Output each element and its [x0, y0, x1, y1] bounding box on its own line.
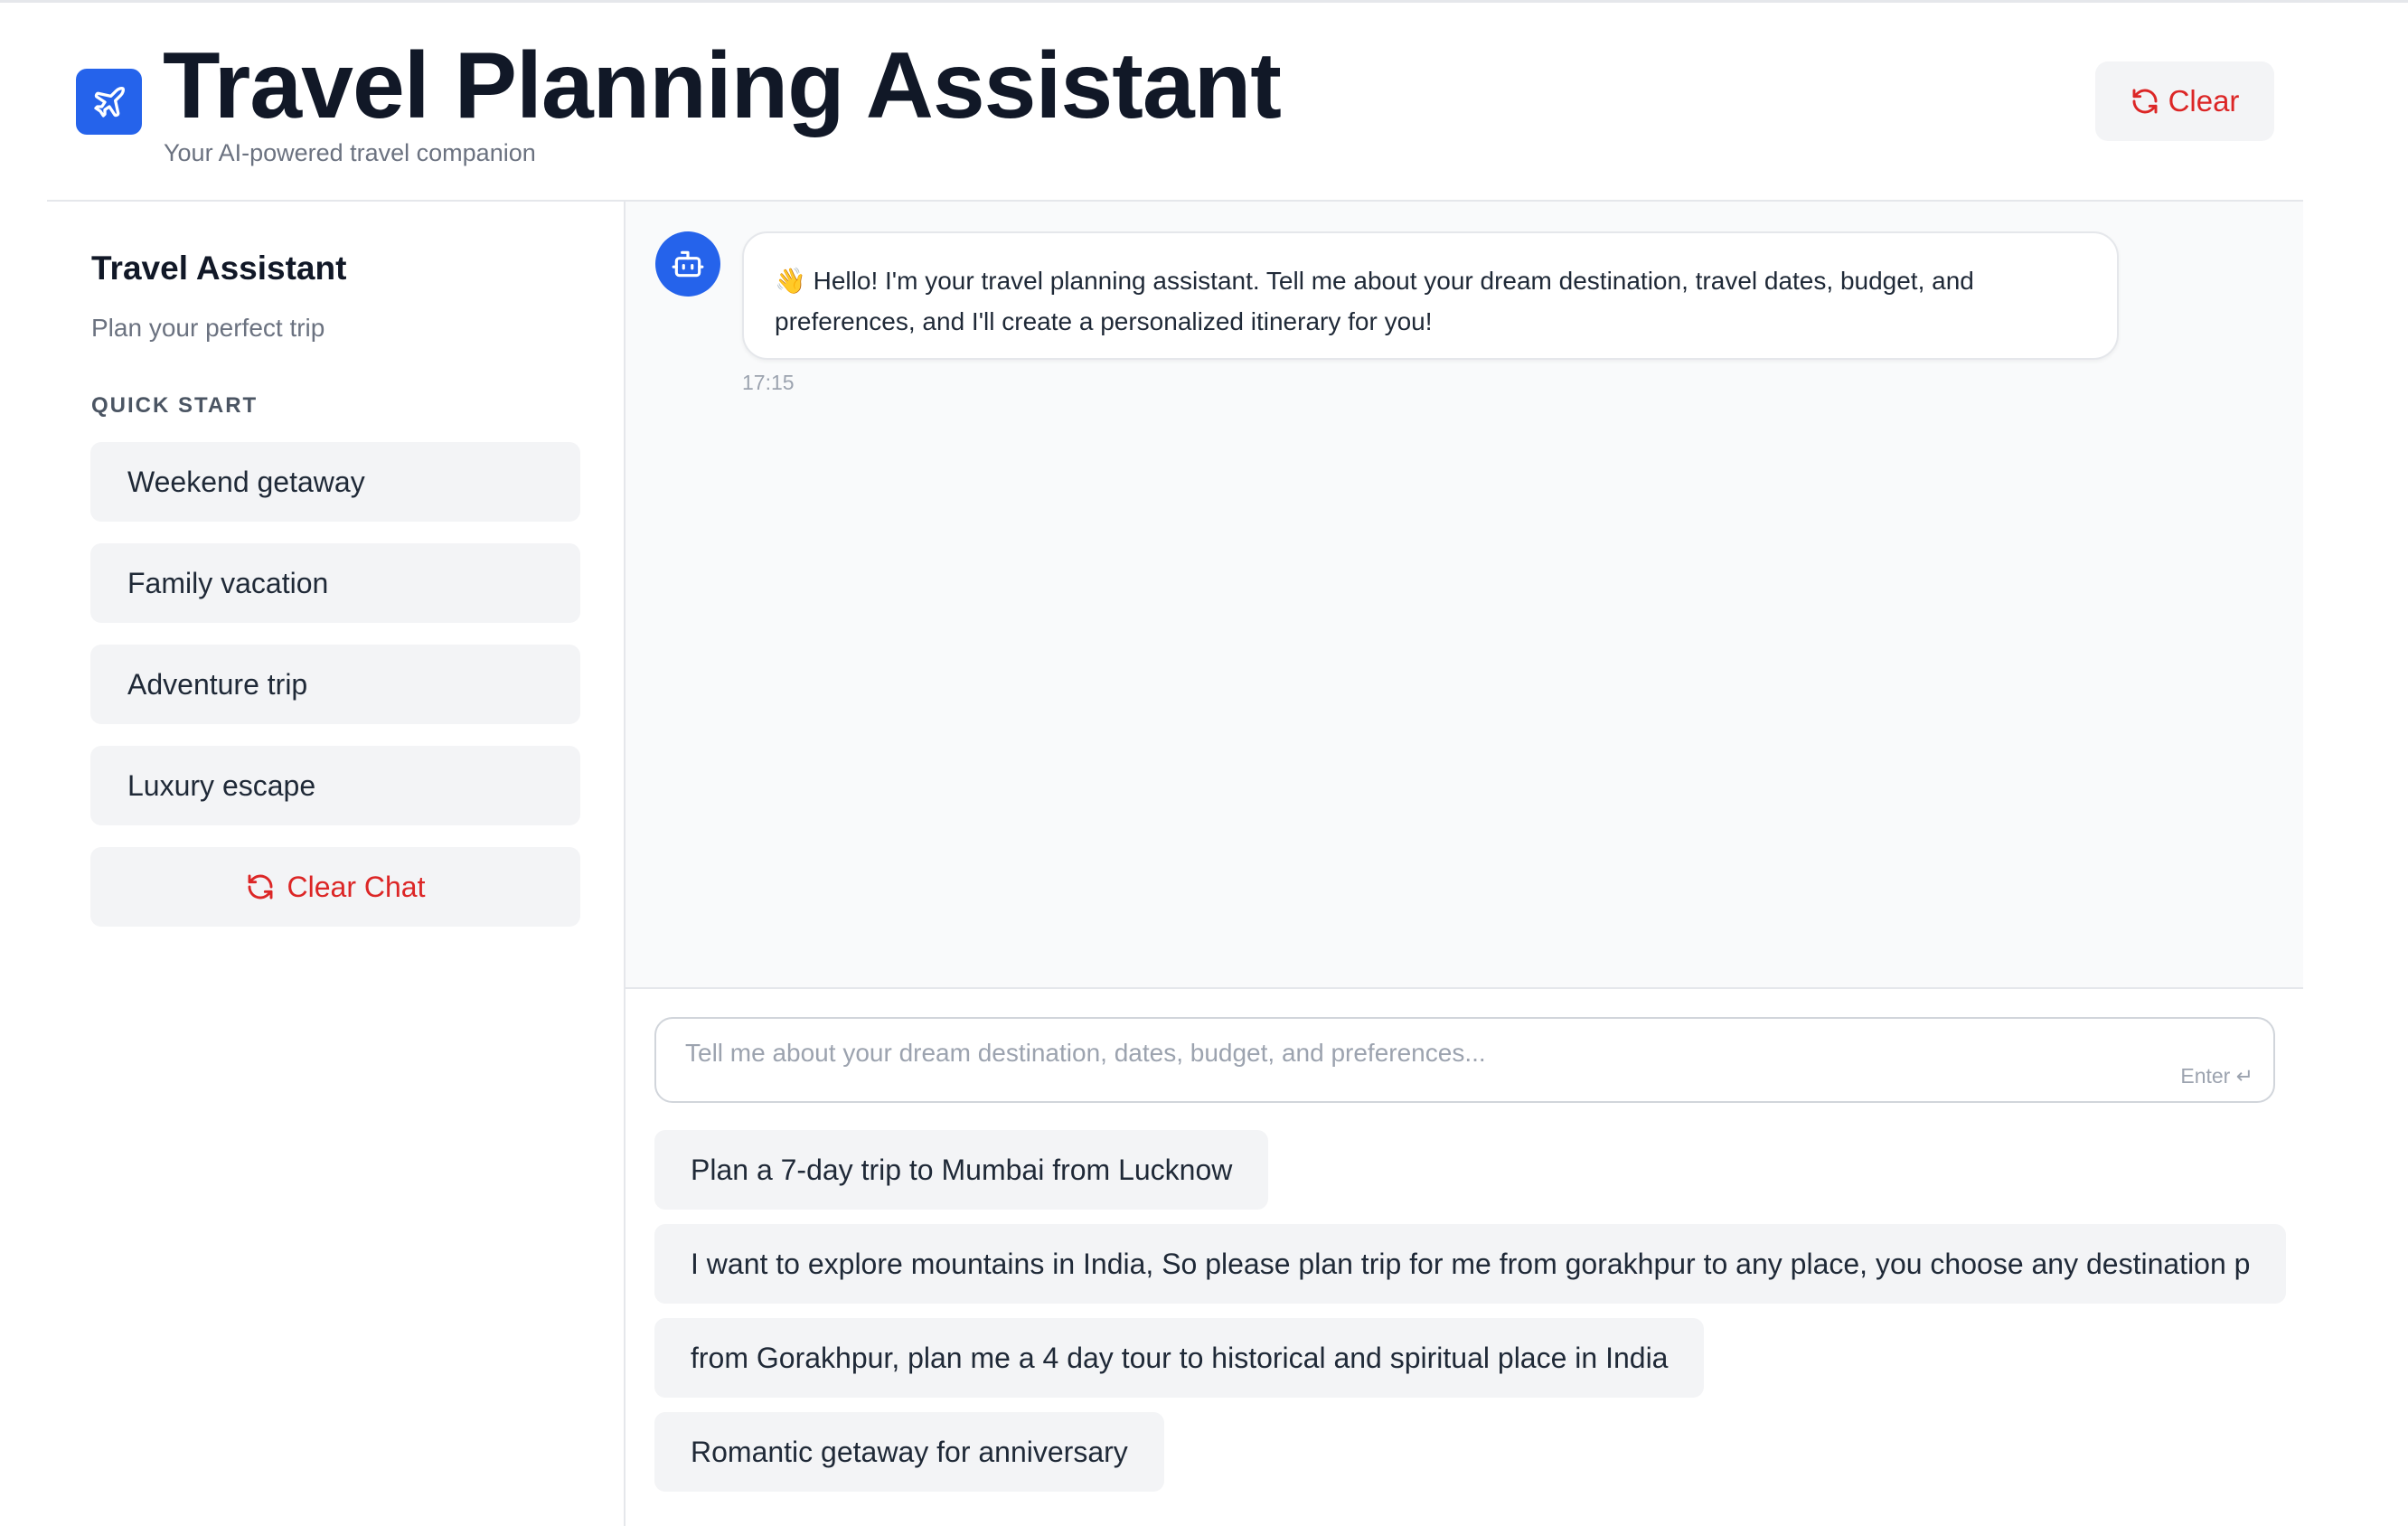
top-border	[0, 0, 2408, 3]
app-logo	[76, 69, 142, 135]
refresh-icon	[2132, 89, 2158, 114]
clear-chat-button[interactable]: Clear Chat	[90, 847, 580, 927]
suggestions-list: Plan a 7-day trip to Mumbai from Lucknow…	[626, 1130, 2303, 1526]
suggestion-label: from Gorakhpur, plan me a 4 day tour to …	[691, 1341, 1669, 1374]
robot-icon	[672, 250, 704, 278]
clear-button-label: Clear	[2168, 84, 2240, 118]
clear-button[interactable]: Clear	[2095, 61, 2274, 141]
chat-input-container: Enter ↵	[654, 1017, 2275, 1103]
quick-start-family-vacation[interactable]: Family vacation	[90, 543, 580, 623]
suggestion-label: I want to explore mountains in India, So…	[691, 1247, 2251, 1280]
enter-hint: Enter ↵	[2180, 1064, 2253, 1088]
suggestion-label: Plan a 7-day trip to Mumbai from Lucknow	[691, 1153, 1233, 1186]
quick-start-label: Adventure trip	[127, 667, 308, 701]
chat-divider	[626, 987, 2303, 989]
refresh-icon	[248, 874, 272, 900]
page-subtitle: Your AI-powered travel companion	[164, 139, 536, 166]
message-text: 👋 Hello! I'm your travel planning assist…	[775, 267, 1974, 335]
sidebar-title: Travel Assistant	[91, 250, 347, 287]
sidebar-subtitle: Plan your perfect trip	[91, 314, 325, 342]
suggestion-label: Romantic getaway for anniversary	[691, 1435, 1128, 1468]
enter-hint-label: Enter ↵	[2180, 1064, 2253, 1088]
page-margin	[2303, 202, 2408, 1526]
message-timestamp: 17:15	[742, 371, 795, 394]
quick-start-weekend-getaway[interactable]: Weekend getaway	[90, 442, 580, 522]
quick-start-label: Family vacation	[127, 566, 329, 599]
quick-start-adventure-trip[interactable]: Adventure trip	[90, 645, 580, 724]
clear-chat-label: Clear Chat	[287, 870, 426, 903]
suggestion-chip[interactable]: Plan a 7-day trip to Mumbai from Lucknow	[654, 1130, 1269, 1210]
suggestion-chip[interactable]: I want to explore mountains in India, So…	[654, 1224, 2287, 1304]
chat-input[interactable]	[685, 1035, 2131, 1071]
assistant-message-bubble: 👋 Hello! I'm your travel planning assist…	[742, 231, 2119, 360]
quick-start-label: Weekend getaway	[127, 465, 365, 498]
suggestion-chip[interactable]: from Gorakhpur, plan me a 4 day tour to …	[654, 1318, 1705, 1398]
quick-start-luxury-escape[interactable]: Luxury escape	[90, 746, 580, 825]
page-title: Travel Planning Assistant	[163, 33, 1282, 138]
travel-planner-app: { "header": { "title": "Travel Planning …	[0, 0, 2408, 1526]
assistant-avatar	[655, 231, 720, 297]
quick-start-heading: QUICK START	[91, 393, 259, 418]
quick-start-label: Luxury escape	[127, 768, 316, 802]
airplane-icon	[93, 86, 125, 118]
suggestion-chip[interactable]: Romantic getaway for anniversary	[654, 1412, 1164, 1492]
